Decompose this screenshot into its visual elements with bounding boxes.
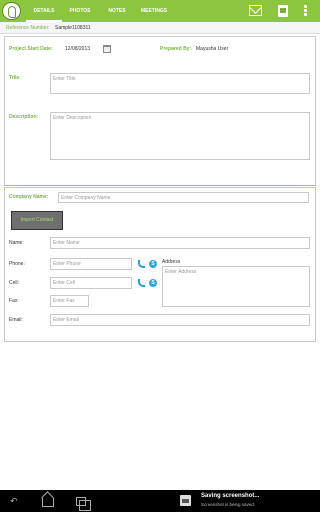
- fax-label: Fax:: [9, 298, 19, 304]
- screenshot-icon: [180, 495, 191, 506]
- tab-photos[interactable]: PHOTOS: [62, 0, 98, 22]
- home-icon[interactable]: [42, 498, 54, 507]
- phone-input[interactable]: Enter Phone: [50, 258, 132, 270]
- app-logo-icon[interactable]: [2, 2, 21, 20]
- email-label: Email:: [9, 317, 23, 323]
- address-label: Address: [162, 259, 181, 265]
- address-input[interactable]: Enter Address: [162, 266, 310, 307]
- reference-label: Reference Number:: [6, 25, 50, 31]
- prepared-by-value: Mayusha User: [196, 46, 229, 52]
- description-input[interactable]: Enter Description: [50, 112, 310, 160]
- skype-cell-icon[interactable]: S: [149, 279, 157, 287]
- prepared-by-label: Prepared By:: [160, 46, 192, 52]
- call-cell-icon[interactable]: [137, 279, 145, 287]
- cell-label: Cell:: [9, 280, 20, 286]
- description-label: Description:: [9, 114, 39, 120]
- call-phone-icon[interactable]: [137, 260, 145, 268]
- company-name-label: Company Name:: [9, 194, 49, 200]
- tab-notes[interactable]: NOTES: [98, 0, 136, 22]
- mail-icon[interactable]: [249, 5, 262, 16]
- company-name-input[interactable]: Enter Company Name: [58, 192, 309, 203]
- name-label: Name:: [9, 240, 24, 246]
- start-date-value[interactable]: 12/08/2013: [65, 46, 90, 52]
- tab-meetings[interactable]: MEETINGS: [136, 0, 172, 22]
- tab-details[interactable]: DETAILS: [26, 0, 62, 22]
- recent-apps-icon[interactable]: [76, 497, 91, 511]
- fax-input[interactable]: Enter Fax: [50, 295, 89, 307]
- title-input[interactable]: Enter Title: [50, 73, 310, 94]
- back-icon[interactable]: ↶: [10, 496, 18, 506]
- overflow-menu-icon[interactable]: [304, 5, 308, 17]
- start-date-label: Project Start Date:: [9, 46, 53, 52]
- cell-input[interactable]: Enter Cell: [50, 277, 132, 289]
- email-input[interactable]: Enter Email: [50, 314, 310, 326]
- import-contact-button[interactable]: Import Contact: [11, 211, 63, 230]
- name-input[interactable]: Enter Name: [50, 237, 310, 249]
- skype-phone-icon[interactable]: S: [149, 260, 157, 268]
- reference-bar: Reference Number: Sample1108311: [0, 22, 320, 34]
- document-icon[interactable]: [278, 5, 288, 17]
- notification-title: Saving screenshot...: [201, 493, 260, 499]
- notification-subtitle: Screenshot is being saved.: [201, 502, 256, 507]
- phone-label: Phone:: [9, 261, 25, 267]
- calendar-icon[interactable]: [103, 45, 111, 53]
- title-label: Title:: [9, 75, 21, 81]
- action-bar: DETAILS PHOTOS NOTES MEETINGS: [0, 0, 320, 22]
- project-details-card: [4, 36, 316, 186]
- reference-value: Sample1108311: [55, 25, 91, 31]
- screenshot-notification[interactable]: Saving screenshot... Screenshot is being…: [178, 493, 318, 510]
